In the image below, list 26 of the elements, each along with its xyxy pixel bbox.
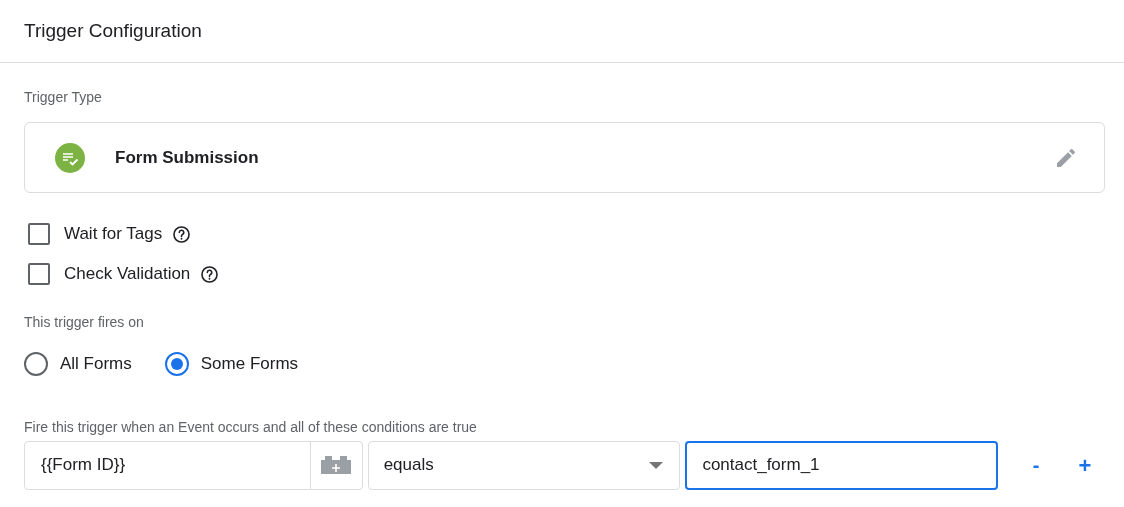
- operator-dropdown[interactable]: equals: [367, 440, 681, 490]
- checkbox[interactable]: [28, 263, 50, 285]
- field-label: Trigger Type: [24, 88, 103, 106]
- radio-label: All Forms: [60, 353, 132, 375]
- variable-value: {{Form ID}}: [41, 454, 126, 477]
- checkbox[interactable]: [28, 223, 50, 245]
- radio-label: Some Forms: [200, 353, 299, 375]
- dropdown-arrow-icon: [649, 461, 664, 469]
- value-input[interactable]: contact_form_1: [685, 440, 999, 490]
- trigger-type-card[interactable]: Form Submission: [24, 122, 1105, 193]
- field-label: This trigger fires on: [24, 313, 145, 331]
- variable-field[interactable]: {{Form ID}}: [24, 440, 363, 490]
- radio-button[interactable]: [24, 351, 48, 376]
- trigger-type-name: Form Submission: [115, 146, 259, 169]
- checkbox-label: Wait for Tags: [64, 223, 163, 246]
- operator-value: equals: [383, 454, 434, 477]
- form-check-icon: [55, 142, 85, 173]
- section-title: Trigger Configuration: [24, 18, 202, 43]
- help-icon[interactable]: [200, 264, 220, 284]
- checkbox-label: Check Validation: [64, 263, 191, 286]
- add-condition-button[interactable]: +: [1065, 445, 1105, 485]
- help-icon[interactable]: [172, 224, 192, 244]
- building-block-icon: [321, 456, 352, 474]
- remove-condition-button[interactable]: -: [1016, 445, 1057, 485]
- field-label: Fire this trigger when an Event occurs and all of these conditions are true: [24, 417, 478, 436]
- radio-button[interactable]: [164, 351, 189, 376]
